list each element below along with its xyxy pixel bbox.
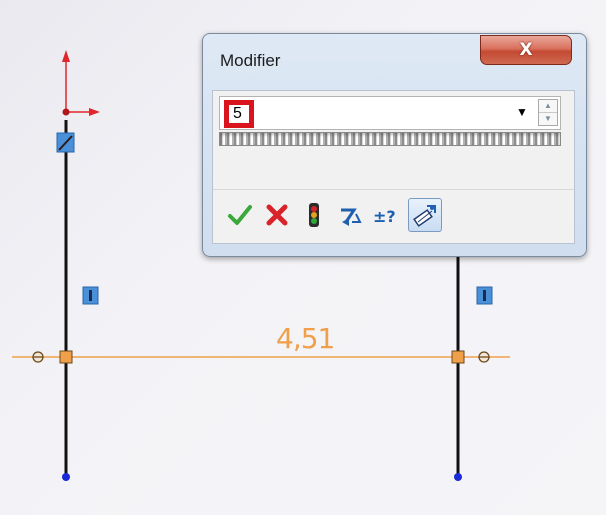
ok-icon	[228, 205, 252, 225]
dimension-anchor-left[interactable]	[59, 350, 73, 364]
rebuild-button[interactable]	[297, 198, 331, 232]
spinner-down-icon[interactable]: ▼	[539, 113, 557, 125]
value-input[interactable]: 5	[224, 100, 254, 128]
increment-button[interactable]: ±?	[371, 198, 405, 232]
dimension-anchor-right[interactable]	[451, 350, 465, 364]
spinner-up-icon[interactable]: ▲	[539, 100, 557, 113]
modifier-dialog: Modifier X 5 ▼ ▲ ▼ ±?	[202, 33, 587, 257]
cancel-icon	[266, 204, 288, 226]
mark-for-drawing-icon	[413, 205, 436, 227]
origin-icon	[62, 50, 100, 116]
cancel-button[interactable]	[260, 198, 294, 232]
increment-icon: ±?	[373, 207, 396, 226]
endpoint-left[interactable]	[62, 473, 70, 481]
vertical-relation-icon-right[interactable]	[476, 286, 493, 305]
svg-text:±?: ±?	[373, 207, 396, 226]
arrow-handle-right[interactable]	[478, 351, 490, 363]
endpoint-right[interactable]	[454, 473, 462, 481]
dialog-title: Modifier	[220, 51, 281, 70]
coincident-relation-icon[interactable]	[56, 132, 75, 153]
dialog-content: 5 ▼ ▲ ▼ ±?	[212, 90, 575, 244]
value-spinner[interactable]: ▲ ▼	[538, 99, 558, 126]
value-combobox[interactable]: 5 ▼ ▲ ▼	[219, 96, 561, 130]
dimension-value[interactable]: 4,51	[276, 322, 335, 355]
vertical-relation-icon-left[interactable]	[82, 286, 99, 305]
separator	[213, 189, 574, 190]
ok-button[interactable]	[223, 198, 257, 232]
dropdown-arrow-icon[interactable]: ▼	[516, 105, 528, 119]
mark-for-drawing-button[interactable]	[408, 198, 442, 232]
thumbwheel-slider[interactable]	[219, 132, 561, 146]
arrow-handle-left[interactable]	[32, 351, 44, 363]
close-button[interactable]: X	[480, 35, 572, 65]
reverse-dimension-button[interactable]	[334, 198, 368, 232]
close-icon: X	[519, 40, 533, 60]
reverse-dimension-icon	[341, 208, 362, 226]
rebuild-icon	[309, 203, 319, 227]
